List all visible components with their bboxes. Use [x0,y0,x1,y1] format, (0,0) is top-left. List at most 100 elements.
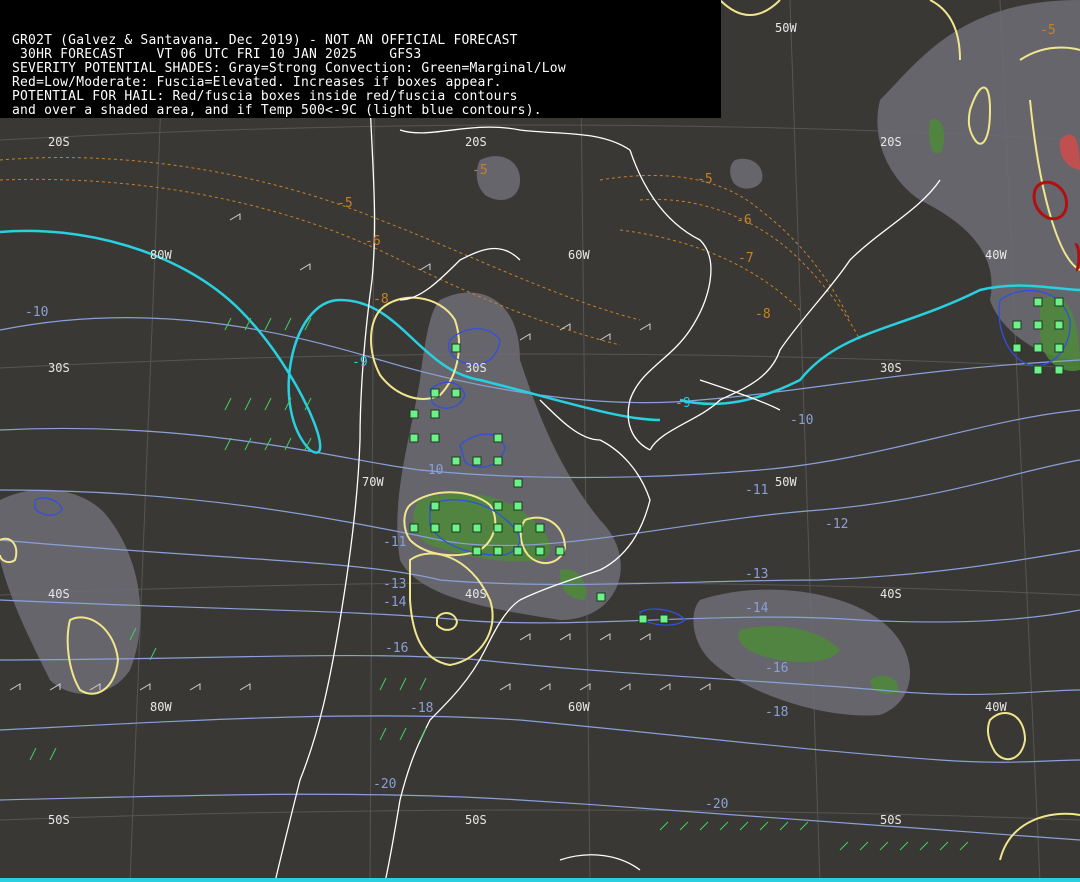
map-canvas: 20S 20S 20S 30S 30S 30S 40S 40S 40S 50S … [0,0,1080,882]
header-hail-1: POTENTIAL FOR HAIL: Red/fuscia boxes ins… [12,89,518,104]
temp-label: -6 [365,234,381,249]
header-hail-2: and over a shaded area, and if Temp 500<… [12,103,542,118]
lon-label: 80W [150,248,172,262]
temp-label: -13 [383,577,406,592]
lat-label: 40S [880,587,902,601]
hail-box [1033,365,1043,375]
hail-box [1012,320,1022,330]
temp-label: -20 [373,777,396,792]
temp-label: -10 [790,413,813,428]
temp-label: -9 [675,396,691,411]
lon-label: 50W [775,21,797,35]
hail-box [555,546,565,556]
hail-box [430,409,440,419]
hail-box [472,523,482,533]
hail-box [1033,320,1043,330]
lat-label: 40S [48,587,70,601]
orange-contours [0,157,861,346]
temp-label: -14 [745,601,769,616]
hail-box [1054,343,1064,353]
hail-box [409,523,419,533]
temp-label: -8 [373,292,389,307]
hail-box [472,456,482,466]
lon-label: 40W [985,248,1007,262]
header-forecast-time: 30HR FORECAST VT 06 UTC FRI 10 JAN 2025 … [12,47,422,62]
temp-label: -18 [765,705,788,720]
hail-box [1033,297,1043,307]
hail-box [409,433,419,443]
lon-label: 40W [985,700,1007,714]
lon-label: 60W [568,248,590,262]
hail-box [535,546,545,556]
hail-box [430,388,440,398]
lon-label: 70W [362,475,384,489]
hail-box [493,456,503,466]
hail-box [472,546,482,556]
hail-box [513,478,523,488]
lon-label: 60W [568,700,590,714]
hail-box [659,614,669,624]
temp-label: -7 [738,251,754,266]
hail-box [596,592,606,602]
hail-box [430,433,440,443]
lat-label: 30S [880,361,902,375]
hail-box [1054,365,1064,375]
hail-box [513,546,523,556]
temp-label: -14 [383,595,407,610]
hail-box [493,433,503,443]
header-legend-2: Red=Low/Moderate: Fuscia=Elevated. Incre… [12,75,502,90]
temp-label: -9 [352,355,368,370]
hail-box [1012,343,1022,353]
temp-label: -10 [420,463,443,478]
hail-box [1054,320,1064,330]
temp-label: -5 [337,196,353,211]
lat-label: 20S [465,135,487,149]
temp-label: -13 [745,567,768,582]
lat-label: 50S [465,813,487,827]
temp-label: -18 [410,701,433,716]
lat-label: 30S [48,361,70,375]
header-title: GR02T (Galvez & Santavana. Dec 2019) - N… [12,33,518,48]
hail-box [513,523,523,533]
hail-box [1033,343,1043,353]
temp-label: -12 [825,517,848,532]
temp-label: -6 [736,213,752,228]
temp-label: -10 [25,305,48,320]
hail-box [451,456,461,466]
lat-label: 30S [465,361,487,375]
hail-box [1054,297,1064,307]
hail-box [430,523,440,533]
forecast-header: GR02T (Galvez & Santavana. Dec 2019) - N… [0,0,721,118]
hail-box [451,388,461,398]
hail-box [513,501,523,511]
temp-label: -8 [755,307,771,322]
temp-label: -5 [697,172,713,187]
forecast-map: 20S 20S 20S 30S 30S 30S 40S 40S 40S 50S … [0,0,1080,882]
lat-label: 50S [880,813,902,827]
temp-label: -11 [745,483,768,498]
temp-label: -5 [472,163,488,178]
hail-box [638,614,648,624]
temp-label: -16 [385,641,408,656]
header-legend-1: SEVERITY POTENTIAL SHADES: Gray=Strong C… [12,61,566,76]
hail-box [493,501,503,511]
temp-label: -5 [1040,23,1056,38]
lat-label: 40S [465,587,487,601]
coastline [274,99,941,882]
hail-box [451,523,461,533]
lat-label: 20S [880,135,902,149]
hail-box [535,523,545,533]
lat-label: 20S [48,135,70,149]
temp-label: -20 [705,797,728,812]
lon-label: 50W [775,475,797,489]
hail-box [493,546,503,556]
hail-box [493,523,503,533]
bottom-border [0,878,1080,882]
lat-label: 50S [48,813,70,827]
temp-label: -16 [765,661,788,676]
temp-label: -11 [383,535,406,550]
lon-label: 80W [150,700,172,714]
hail-box [451,343,461,353]
hail-box [430,501,440,511]
hail-box [409,409,419,419]
